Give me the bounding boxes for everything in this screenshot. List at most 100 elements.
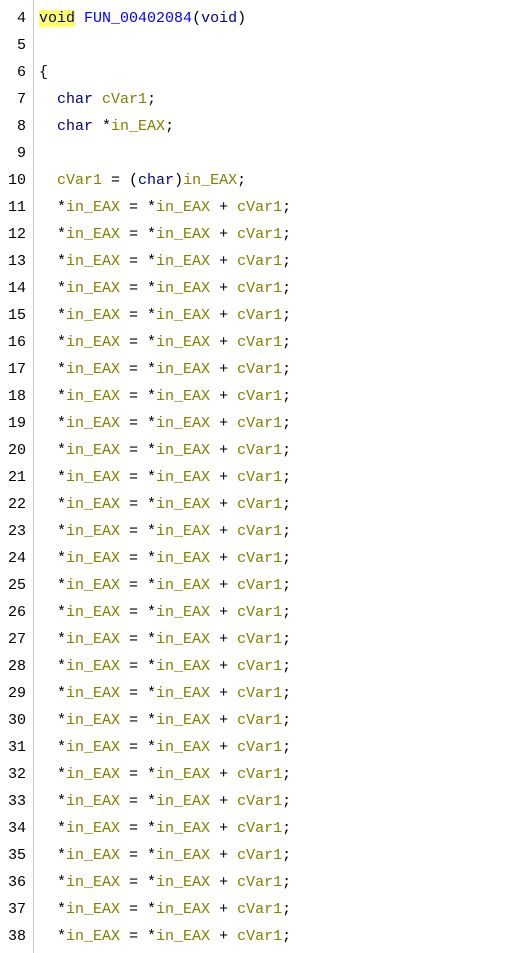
variable-token[interactable]: cVar1 (237, 685, 282, 702)
variable-token[interactable]: in_EAX (66, 901, 120, 918)
keyword-token[interactable]: char (57, 118, 93, 135)
variable-token[interactable]: in_EAX (183, 172, 237, 189)
decompiler-code-view[interactable]: 4 void FUN_00402084(void) 5 6{7 char cVar1;… (0, 0, 507, 953)
code-line[interactable]: 13 *in_EAX = *in_EAX + cVar1; (0, 248, 507, 275)
variable-token[interactable]: in_EAX (66, 928, 120, 945)
variable-token[interactable]: cVar1 (237, 928, 282, 945)
code-line[interactable]: 34 *in_EAX = *in_EAX + cVar1; (0, 815, 507, 842)
variable-token[interactable]: in_EAX (66, 388, 120, 405)
variable-token[interactable]: cVar1 (237, 577, 282, 594)
code-line[interactable]: 21 *in_EAX = *in_EAX + cVar1; (0, 464, 507, 491)
variable-token[interactable]: in_EAX (156, 928, 210, 945)
variable-token[interactable]: in_EAX (156, 604, 210, 621)
variable-token[interactable]: in_EAX (156, 415, 210, 432)
code-line[interactable]: 33 *in_EAX = *in_EAX + cVar1; (0, 788, 507, 815)
variable-token[interactable]: cVar1 (237, 766, 282, 783)
variable-token[interactable]: in_EAX (66, 658, 120, 675)
variable-token[interactable]: cVar1 (237, 307, 282, 324)
variable-token[interactable]: cVar1 (237, 604, 282, 621)
variable-token[interactable]: in_EAX (156, 334, 210, 351)
code-line[interactable]: 12 *in_EAX = *in_EAX + cVar1; (0, 221, 507, 248)
variable-token[interactable]: in_EAX (156, 550, 210, 567)
variable-token[interactable]: cVar1 (237, 631, 282, 648)
code-line[interactable]: 24 *in_EAX = *in_EAX + cVar1; (0, 545, 507, 572)
variable-token[interactable]: in_EAX (66, 847, 120, 864)
code-line[interactable]: 22 *in_EAX = *in_EAX + cVar1; (0, 491, 507, 518)
code-line[interactable]: 19 *in_EAX = *in_EAX + cVar1; (0, 410, 507, 437)
variable-token[interactable]: cVar1 (57, 172, 102, 189)
variable-token[interactable]: in_EAX (156, 280, 210, 297)
variable-token[interactable]: in_EAX (156, 307, 210, 324)
variable-token[interactable]: in_EAX (66, 766, 120, 783)
variable-token[interactable]: in_EAX (66, 226, 120, 243)
code-line[interactable]: 29 *in_EAX = *in_EAX + cVar1; (0, 680, 507, 707)
variable-token[interactable]: in_EAX (66, 739, 120, 756)
variable-token[interactable]: cVar1 (237, 442, 282, 459)
variable-token[interactable]: cVar1 (237, 226, 282, 243)
function-name-token[interactable]: FUN_00402084 (84, 10, 192, 27)
keyword-token[interactable]: char (57, 91, 93, 108)
variable-token[interactable]: in_EAX (66, 307, 120, 324)
variable-token[interactable]: in_EAX (66, 793, 120, 810)
variable-token[interactable]: cVar1 (237, 847, 282, 864)
variable-token[interactable]: in_EAX (156, 685, 210, 702)
variable-token[interactable]: in_EAX (156, 361, 210, 378)
variable-token[interactable]: in_EAX (66, 334, 120, 351)
variable-token[interactable]: in_EAX (156, 199, 210, 216)
variable-token[interactable]: in_EAX (156, 658, 210, 675)
variable-token[interactable]: in_EAX (156, 820, 210, 837)
variable-token[interactable]: in_EAX (66, 712, 120, 729)
variable-token[interactable]: in_EAX (156, 901, 210, 918)
variable-token[interactable]: in_EAX (156, 631, 210, 648)
variable-token[interactable]: cVar1 (237, 658, 282, 675)
keyword-token[interactable]: void (201, 10, 237, 27)
code-line[interactable]: 9 (0, 140, 507, 167)
code-line[interactable]: 7 char cVar1; (0, 86, 507, 113)
variable-token[interactable]: in_EAX (156, 874, 210, 891)
variable-token[interactable]: cVar1 (237, 874, 282, 891)
variable-token[interactable]: in_EAX (156, 847, 210, 864)
variable-token[interactable]: in_EAX (66, 874, 120, 891)
variable-token[interactable]: in_EAX (156, 577, 210, 594)
variable-token[interactable]: in_EAX (66, 496, 120, 513)
variable-token[interactable]: cVar1 (237, 712, 282, 729)
code-line[interactable]: 4 void FUN_00402084(void) (0, 5, 507, 32)
variable-token[interactable]: in_EAX (66, 820, 120, 837)
code-line[interactable]: 37 *in_EAX = *in_EAX + cVar1; (0, 896, 507, 923)
variable-token[interactable]: in_EAX (66, 550, 120, 567)
code-line[interactable]: 38 *in_EAX = *in_EAX + cVar1; (0, 923, 507, 950)
variable-token[interactable]: cVar1 (237, 388, 282, 405)
code-line[interactable]: 25 *in_EAX = *in_EAX + cVar1; (0, 572, 507, 599)
code-line[interactable]: 10 cVar1 = (char)in_EAX; (0, 167, 507, 194)
code-line[interactable]: 26 *in_EAX = *in_EAX + cVar1; (0, 599, 507, 626)
code-line[interactable]: 20 *in_EAX = *in_EAX + cVar1; (0, 437, 507, 464)
code-line[interactable]: 6{ (0, 59, 507, 86)
variable-token[interactable]: in_EAX (111, 118, 165, 135)
variable-token[interactable]: cVar1 (237, 361, 282, 378)
code-line[interactable]: 32 *in_EAX = *in_EAX + cVar1; (0, 761, 507, 788)
code-line[interactable]: 17 *in_EAX = *in_EAX + cVar1; (0, 356, 507, 383)
variable-token[interactable]: cVar1 (102, 91, 147, 108)
code-line[interactable]: 8 char *in_EAX; (0, 113, 507, 140)
variable-token[interactable]: in_EAX (156, 793, 210, 810)
code-line[interactable]: 35 *in_EAX = *in_EAX + cVar1; (0, 842, 507, 869)
variable-token[interactable]: cVar1 (237, 199, 282, 216)
variable-token[interactable]: cVar1 (237, 901, 282, 918)
variable-token[interactable]: in_EAX (156, 766, 210, 783)
variable-token[interactable]: cVar1 (237, 334, 282, 351)
variable-token[interactable]: in_EAX (66, 415, 120, 432)
variable-token[interactable]: cVar1 (237, 280, 282, 297)
variable-token[interactable]: in_EAX (156, 523, 210, 540)
keyword-token[interactable]: char (138, 172, 174, 189)
variable-token[interactable]: in_EAX (156, 442, 210, 459)
variable-token[interactable]: cVar1 (237, 469, 282, 486)
variable-token[interactable]: in_EAX (66, 604, 120, 621)
variable-token[interactable]: in_EAX (66, 253, 120, 270)
variable-token[interactable]: in_EAX (66, 685, 120, 702)
variable-token[interactable]: cVar1 (237, 739, 282, 756)
variable-token[interactable]: in_EAX (66, 523, 120, 540)
code-line[interactable]: 15 *in_EAX = *in_EAX + cVar1; (0, 302, 507, 329)
code-line[interactable]: 11 *in_EAX = *in_EAX + cVar1; (0, 194, 507, 221)
code-line[interactable]: 36 *in_EAX = *in_EAX + cVar1; (0, 869, 507, 896)
code-line[interactable]: 27 *in_EAX = *in_EAX + cVar1; (0, 626, 507, 653)
